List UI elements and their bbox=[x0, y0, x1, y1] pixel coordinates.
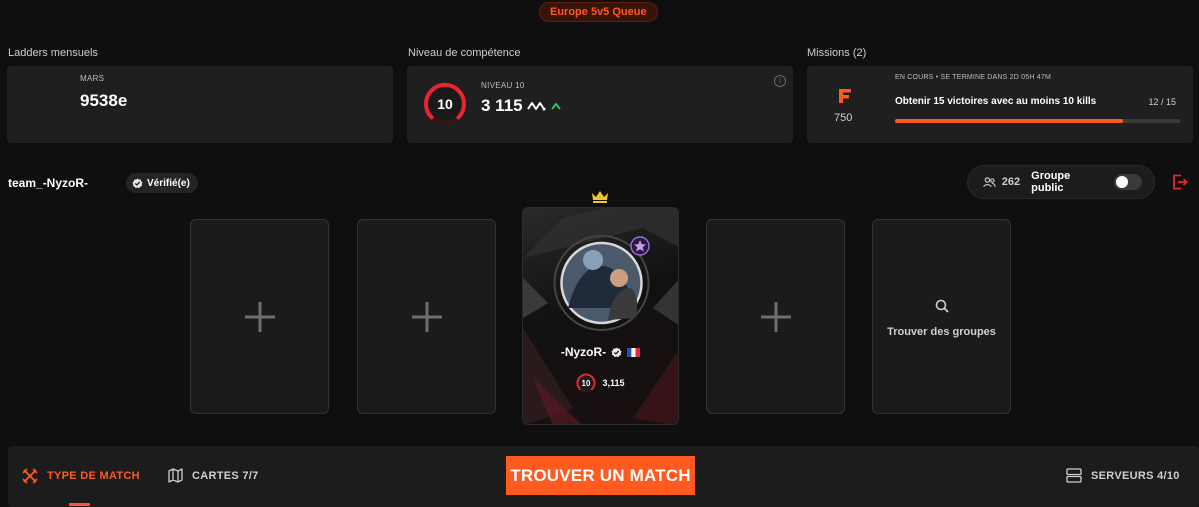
group-count: 262 bbox=[1001, 176, 1021, 188]
team-name: team_-NyzoR- bbox=[8, 176, 89, 190]
tab-servers-label: SERVEURS 4/10 bbox=[1091, 469, 1180, 482]
france-flag-icon bbox=[627, 347, 641, 357]
mission-status: EN COURS • SE TERMINE DANS 2D 05H 47M bbox=[895, 74, 1051, 81]
plus-icon bbox=[411, 301, 442, 332]
player-level-gauge-icon: 10 bbox=[576, 373, 596, 393]
info-icon[interactable]: i bbox=[774, 75, 786, 87]
skill-level-number: 10 bbox=[437, 96, 453, 112]
search-icon bbox=[935, 299, 949, 313]
mission-points: 750 bbox=[834, 112, 853, 124]
party-leader-crown-icon bbox=[592, 191, 608, 203]
find-groups-slot[interactable]: Trouver des groupes bbox=[872, 219, 1011, 414]
player-rank-badge-icon bbox=[630, 236, 650, 256]
ladder-month: MARS bbox=[80, 74, 105, 83]
mission-progress-bar bbox=[895, 119, 1180, 123]
public-group-label: Groupe public bbox=[1031, 170, 1071, 194]
elo-graph-icon bbox=[526, 102, 546, 111]
queue-badge[interactable]: Europe 5v5 Queue bbox=[539, 2, 658, 22]
public-group-toggle[interactable] bbox=[1114, 174, 1142, 190]
trend-up-icon bbox=[550, 102, 561, 110]
map-icon bbox=[168, 468, 183, 483]
ladders-card[interactable]: MARS 9538e bbox=[7, 66, 393, 143]
tab-servers[interactable]: SERVEURS 4/10 bbox=[1066, 468, 1180, 483]
player-elo: 3,115 bbox=[602, 378, 625, 388]
mission-title: Obtenir 15 victoires avec au moins 10 ki… bbox=[895, 96, 1097, 107]
empty-slot-invite[interactable] bbox=[357, 219, 496, 414]
empty-slot-invite[interactable] bbox=[190, 219, 329, 414]
player-elo-row: 10 3,115 bbox=[523, 373, 678, 393]
skill-elo-value: 3 115 bbox=[481, 96, 523, 115]
mission-progress-text: 12 / 15 bbox=[1148, 97, 1176, 107]
player-verified-icon bbox=[611, 346, 622, 357]
verified-label: Vérifié(e) bbox=[147, 177, 190, 189]
player-card[interactable]: -NyzoR- 10 3,115 bbox=[522, 207, 679, 425]
player-level-number: 10 bbox=[582, 379, 591, 388]
find-groups-label: Trouver des groupes bbox=[887, 326, 996, 338]
tab-match-type-label: TYPE DE MATCH bbox=[47, 470, 140, 482]
crossed-swords-icon bbox=[22, 468, 38, 484]
missions-section-label: Missions (2) bbox=[807, 47, 867, 59]
group-members-icon bbox=[983, 176, 996, 187]
skill-level-card[interactable]: 10 NIVEAU 10 3 115 i bbox=[407, 66, 793, 143]
tab-match-type[interactable]: TYPE DE MATCH bbox=[22, 468, 140, 484]
plus-icon bbox=[760, 301, 791, 332]
skill-level-gauge-icon: 10 bbox=[424, 83, 466, 125]
player-name: -NyzoR- bbox=[560, 345, 607, 359]
plus-icon bbox=[244, 301, 275, 332]
missions-card[interactable]: 750 EN COURS • SE TERMINE DANS 2D 05H 47… bbox=[807, 66, 1193, 143]
skill-elo: 3 115 bbox=[481, 96, 561, 116]
mission-logo-icon bbox=[839, 89, 851, 103]
skill-level-label: NIVEAU 10 bbox=[481, 81, 525, 90]
mission-progress-fill bbox=[895, 119, 1123, 123]
tab-maps-label: CARTES 7/7 bbox=[192, 469, 259, 482]
skill-section-label: Niveau de compétence bbox=[408, 47, 521, 59]
verified-badge: Vérifié(e) bbox=[126, 173, 198, 193]
active-tab-indicator bbox=[69, 503, 90, 506]
toggle-knob bbox=[1116, 176, 1129, 188]
ladders-section-label: Ladders mensuels bbox=[8, 47, 98, 59]
find-match-button[interactable]: TROUVER UN MATCH bbox=[506, 456, 695, 495]
ladder-rank: 9538e bbox=[80, 91, 128, 110]
matchmaking-page: Europe 5v5 Queue Ladders mensuels Niveau… bbox=[0, 0, 1199, 507]
empty-slot-invite[interactable] bbox=[706, 219, 845, 414]
tab-maps[interactable]: CARTES 7/7 bbox=[168, 468, 259, 483]
leave-party-icon[interactable] bbox=[1172, 174, 1188, 190]
verified-check-icon bbox=[132, 177, 143, 188]
public-group-control: 262 Groupe public bbox=[967, 165, 1155, 199]
player-name-row: -NyzoR- bbox=[523, 345, 678, 359]
match-options-bar: TYPE DE MATCH CARTES 7/7 TROUVER UN MATC… bbox=[8, 446, 1199, 507]
server-icon bbox=[1066, 468, 1082, 483]
